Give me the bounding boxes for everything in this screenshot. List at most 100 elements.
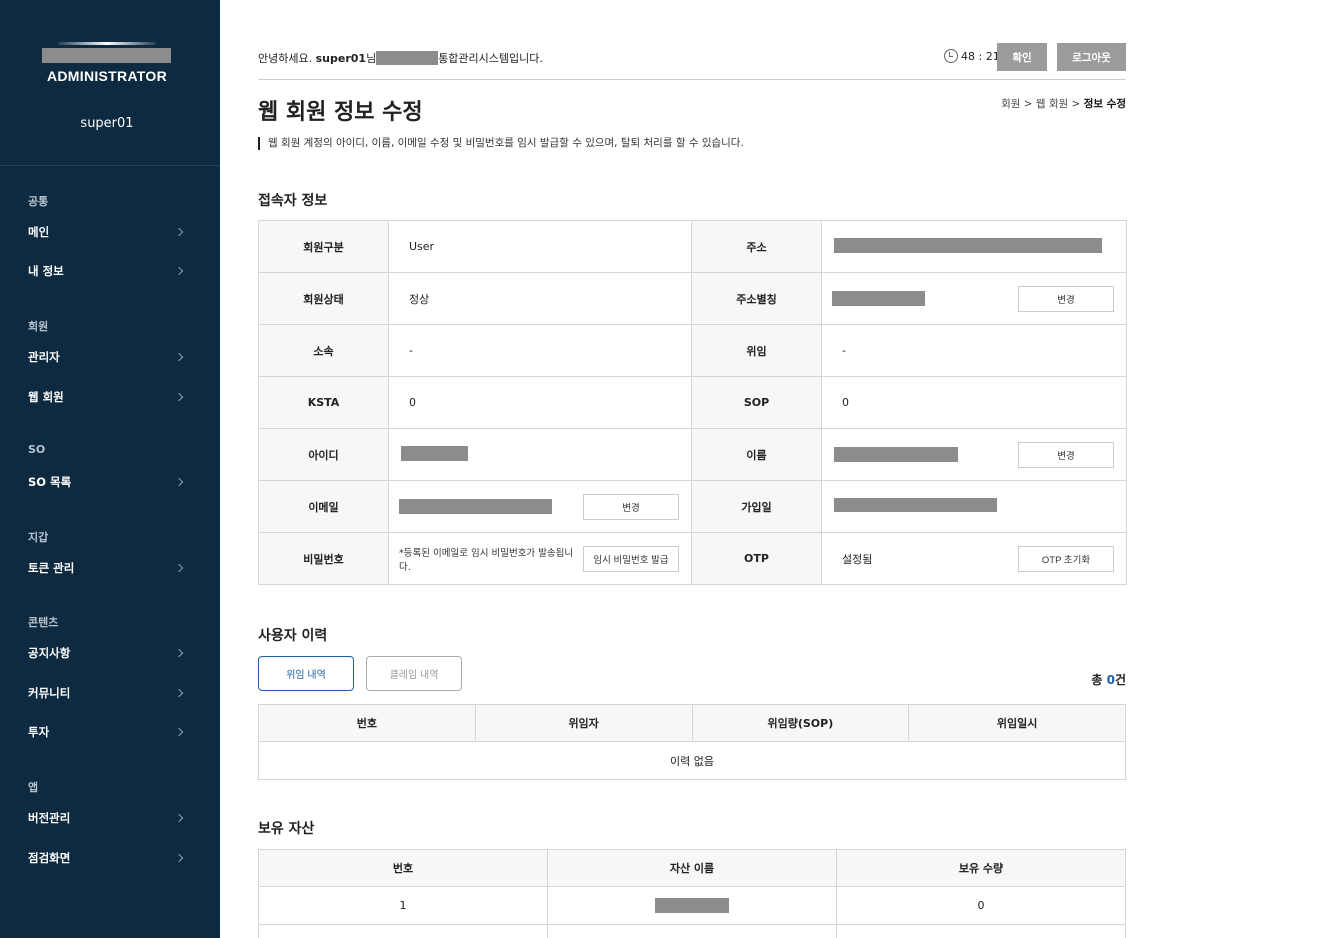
confirm-button[interactable]: 확인 [997, 43, 1047, 71]
delegation-value: - [821, 324, 1127, 377]
sidebar-item-label: 토큰 관리 [28, 561, 75, 575]
chevron-right-icon [174, 688, 184, 698]
table-row: 1 0 [258, 886, 1126, 925]
email-value: 변경 [388, 480, 692, 533]
assets-table: 번호 자산 이름 보유 수량 1 0 [258, 849, 1126, 938]
sidebar-item-label: 점검화면 [28, 851, 71, 865]
change-address-alias-button[interactable]: 변경 [1018, 285, 1114, 312]
chevron-right-icon [174, 352, 184, 362]
change-email-button[interactable]: 변경 [583, 493, 679, 520]
page-title: 웹 회원 정보 수정 [258, 100, 423, 125]
sidebar-item-label: 투자 [28, 725, 50, 739]
sidebar-item-label: 메인 [28, 225, 50, 239]
affiliation-label: 소속 [258, 324, 389, 377]
temp-password-button[interactable]: 임시 비밀번호 발급 [583, 545, 679, 572]
sidebar-username: super01 [80, 116, 134, 131]
name-label: 이름 [691, 428, 822, 481]
sop-value: 0 [821, 376, 1127, 429]
breadcrumb-current: 정보 수정 [1083, 98, 1126, 110]
greeting-username: super01 [315, 51, 367, 65]
sidebar-item-label: SO 목록 [28, 475, 72, 489]
otp-status: 설정됨 [842, 552, 873, 566]
redacted-id [401, 445, 468, 461]
password-label: 비밀번호 [258, 532, 389, 585]
tab-claim-history[interactable]: 클레임 내역 [366, 656, 462, 691]
sidebar-item-main[interactable]: 메인 [28, 222, 188, 242]
chevron-right-icon [174, 227, 184, 237]
sidebar-item-token-management[interactable]: 토큰 관리 [28, 558, 188, 578]
column-header: 자산 이름 [547, 849, 837, 887]
sidebar-item-notice[interactable]: 공지사항 [28, 643, 188, 663]
session-timer-value: 48 : 21 [961, 49, 1000, 63]
info-row: 비밀번호 *등록된 이메일로 임시 비밀번호가 발송됩니다. 임시 비밀번호 발급… [258, 532, 1127, 585]
brand-title: ADMINISTRATOR [46, 68, 168, 84]
change-name-button[interactable]: 변경 [1018, 441, 1114, 468]
info-row: 회원구분 User 주소 [258, 220, 1127, 273]
address-alias-value: 변경 [821, 272, 1127, 325]
total-prefix: 총 [1091, 673, 1107, 687]
sidebar-section-so: SO [28, 443, 46, 456]
sidebar-item-maintenance[interactable]: 점검화면 [28, 848, 188, 868]
sidebar-item-my-info[interactable]: 내 정보 [28, 261, 188, 281]
member-type-value: User [388, 220, 692, 273]
header-divider [258, 79, 1126, 80]
redacted-system-name [376, 51, 439, 65]
info-row: 이메일 변경 가입일 [258, 480, 1127, 533]
info-row: KSTA 0 SOP 0 [258, 376, 1127, 429]
id-value [388, 428, 692, 481]
chevron-right-icon [174, 853, 184, 863]
column-header: 위임자 [474, 704, 693, 742]
sidebar-section-common: 공통 [28, 195, 49, 208]
sidebar-item-admin[interactable]: 관리자 [28, 347, 188, 367]
info-row: 회원상태 정상 주소별칭 변경 [258, 272, 1127, 325]
sidebar-item-so-list[interactable]: SO 목록 [28, 472, 188, 492]
breadcrumb: 회원 > 웹 회원 > 정보 수정 [1001, 98, 1126, 110]
chevron-right-icon [174, 266, 184, 276]
total-suffix: 건 [1114, 673, 1126, 687]
sidebar-item-investment[interactable]: 투자 [28, 722, 188, 742]
otp-reset-button[interactable]: OTP 초기화 [1018, 545, 1114, 572]
breadcrumb-item[interactable]: 웹 회원 [1036, 98, 1068, 110]
address-label: 주소 [691, 220, 822, 273]
asset-number [258, 924, 548, 938]
table-row: 이력 없음 [258, 741, 1126, 780]
password-note: *등록된 이메일로 임시 비밀번호가 발송됩니다. [399, 547, 574, 573]
logout-button[interactable]: 로그아웃 [1057, 43, 1126, 71]
sidebar-item-web-member[interactable]: 웹 회원 [28, 387, 188, 407]
redacted-address-alias [832, 291, 925, 306]
page-description: 웹 회원 계정의 아이디, 이름, 이메일 수정 및 비밀번호를 임시 발급할 … [258, 137, 744, 150]
delegation-label: 위임 [691, 324, 822, 377]
section-title-history: 사용자 이력 [258, 628, 328, 644]
sidebar: ADMINISTRATOR super01 공통 메인 내 정보 회원 관리자 … [0, 0, 220, 938]
redacted-join-date [834, 498, 997, 512]
empty-history-message: 이력 없음 [258, 741, 1126, 780]
sidebar-item-label: 관리자 [28, 350, 60, 364]
redacted-logo-text [42, 48, 171, 63]
email-label: 이메일 [258, 480, 389, 533]
name-value: 변경 [821, 428, 1127, 481]
column-header: 위임일시 [908, 704, 1126, 742]
breadcrumb-item[interactable]: 회원 [1001, 98, 1020, 110]
status-value: 정상 [388, 272, 692, 325]
sidebar-item-version[interactable]: 버전관리 [28, 808, 188, 828]
address-alias-label: 주소별칭 [691, 272, 822, 325]
chevron-right-icon [174, 813, 184, 823]
sidebar-section-contents: 콘텐츠 [28, 616, 59, 629]
column-header: 보유 수량 [836, 849, 1126, 887]
asset-name [547, 886, 837, 925]
joined-value [821, 480, 1127, 533]
tab-delegation-history[interactable]: 위임 내역 [258, 656, 354, 691]
sidebar-divider [0, 165, 220, 166]
sop-label: SOP [691, 376, 822, 429]
ksta-label: KSTA [258, 376, 389, 429]
table-header-row: 번호 자산 이름 보유 수량 [258, 849, 1126, 887]
redacted-name [834, 447, 958, 462]
id-label: 아이디 [258, 428, 389, 481]
info-row: 아이디 이름 변경 [258, 428, 1127, 481]
status-label: 회원상태 [258, 272, 389, 325]
redacted-asset-name [655, 898, 729, 913]
history-total: 총 0건 [1091, 671, 1126, 688]
sidebar-item-community[interactable]: 커뮤니티 [28, 683, 188, 703]
chevron-right-icon [174, 563, 184, 573]
info-row: 소속 - 위임 - [258, 324, 1127, 377]
